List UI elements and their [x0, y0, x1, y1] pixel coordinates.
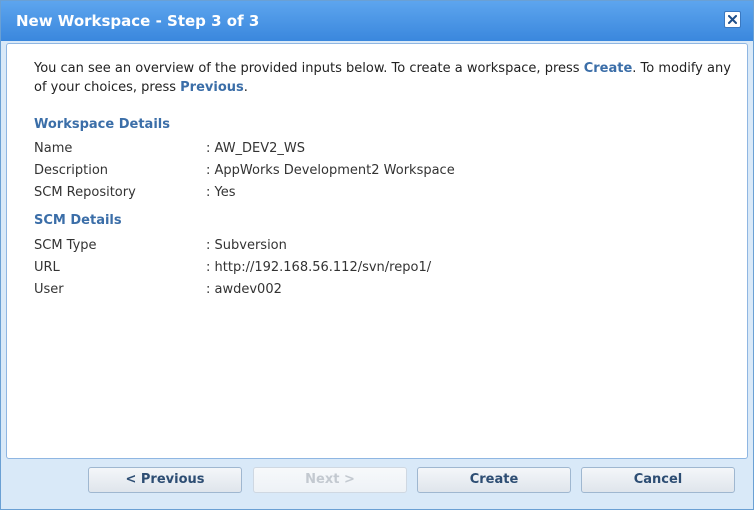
detail-label: Description — [34, 163, 109, 178]
create-button[interactable]: Create — [417, 467, 571, 493]
close-button[interactable] — [724, 11, 741, 28]
detail-value: : Subversion — [206, 238, 287, 253]
detail-value: : Yes — [206, 185, 236, 200]
detail-row-description: Description : AppWorks Development2 Work… — [34, 163, 634, 183]
detail-row-name: Name : AW_DEV2_WS — [34, 141, 634, 161]
detail-label: SCM Type — [34, 238, 97, 253]
next-button: Next > — [253, 467, 407, 493]
cancel-button[interactable]: Cancel — [581, 467, 735, 493]
workspace-details-title: Workspace Details — [34, 117, 170, 132]
previous-keyword: Previous — [180, 80, 244, 95]
detail-row-url: URL : http://192.168.56.112/svn/repo1/ — [34, 260, 634, 280]
detail-label: Name — [34, 141, 73, 156]
detail-value: : http://192.168.56.112/svn/repo1/ — [206, 260, 432, 275]
dialog-title: New Workspace - Step 3 of 3 — [16, 12, 260, 30]
detail-label: URL — [34, 260, 60, 275]
close-icon — [728, 15, 737, 24]
detail-value: : awdev002 — [206, 282, 282, 297]
detail-label: SCM Repository — [34, 185, 136, 200]
create-keyword: Create — [583, 61, 633, 76]
scm-details-title: SCM Details — [34, 213, 122, 228]
new-workspace-dialog: New Workspace - Step 3 of 3 You can see … — [0, 0, 754, 510]
intro-text-part: You can see an overview of the provided … — [34, 61, 584, 76]
previous-button[interactable]: < Previous — [88, 467, 242, 493]
detail-row-user: User : awdev002 — [34, 282, 634, 302]
detail-label: User — [34, 282, 64, 297]
intro-text: You can see an overview of the provided … — [34, 59, 734, 97]
detail-row-scm-type: SCM Type : Subversion — [34, 238, 634, 258]
detail-row-scm-repository: SCM Repository : Yes — [34, 185, 634, 205]
dialog-titlebar: New Workspace - Step 3 of 3 — [1, 1, 753, 41]
detail-value: : AW_DEV2_WS — [206, 141, 306, 156]
intro-text-part: . — [243, 80, 248, 95]
detail-value: : AppWorks Development2 Workspace — [206, 163, 455, 178]
summary-panel: You can see an overview of the provided … — [6, 43, 748, 459]
